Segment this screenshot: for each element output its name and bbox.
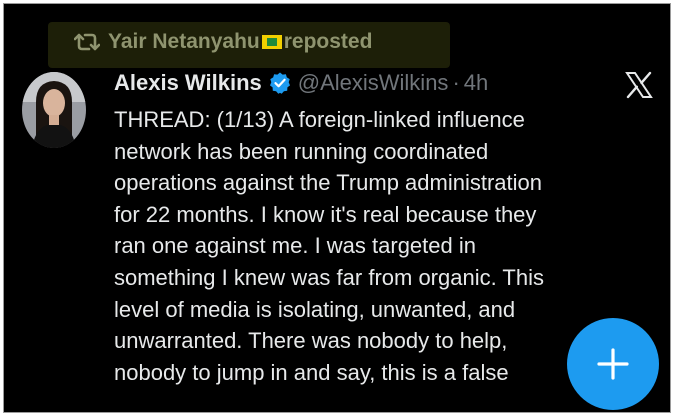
tweet-line: for 22 months. I know it's real because … — [114, 201, 537, 227]
tweet-line: operations against the Trump administrat… — [114, 170, 543, 196]
repost-icon — [74, 33, 100, 51]
user-handle[interactable]: @AlexisWilkins — [298, 70, 449, 96]
tweet-line: something I knew was far from organic. T… — [114, 264, 544, 290]
tweet-line: level of media is isolating, unwanted, a… — [114, 296, 516, 322]
compose-button[interactable] — [567, 318, 659, 410]
separator-dot: · — [452, 70, 460, 95]
repost-label: reposted — [283, 30, 373, 53]
repost-context[interactable]: Yair Netanyahu reposted — [74, 30, 372, 54]
tweet-line: network has been running coordinated — [114, 138, 489, 164]
flag-icon — [261, 35, 282, 49]
repost-user-name[interactable]: Yair Netanyahu — [108, 30, 260, 54]
display-name[interactable]: Alexis Wilkins — [114, 70, 262, 96]
plus-icon — [597, 348, 629, 380]
tweet-line: ran one against me. I was targeted in — [114, 233, 476, 259]
x-logo-icon — [625, 71, 653, 99]
tweet-line: THREAD: (1/13) A foreign-linked influenc… — [114, 107, 525, 132]
verified-badge-icon — [269, 72, 290, 94]
avatar[interactable] — [22, 72, 86, 148]
timestamp[interactable]: 4h — [464, 70, 488, 96]
tweet-card[interactable]: Yair Netanyahu reposted Alexis Wilkins @… — [3, 3, 671, 413]
tweet-header: Alexis Wilkins @AlexisWilkins · 4h — [114, 70, 488, 96]
